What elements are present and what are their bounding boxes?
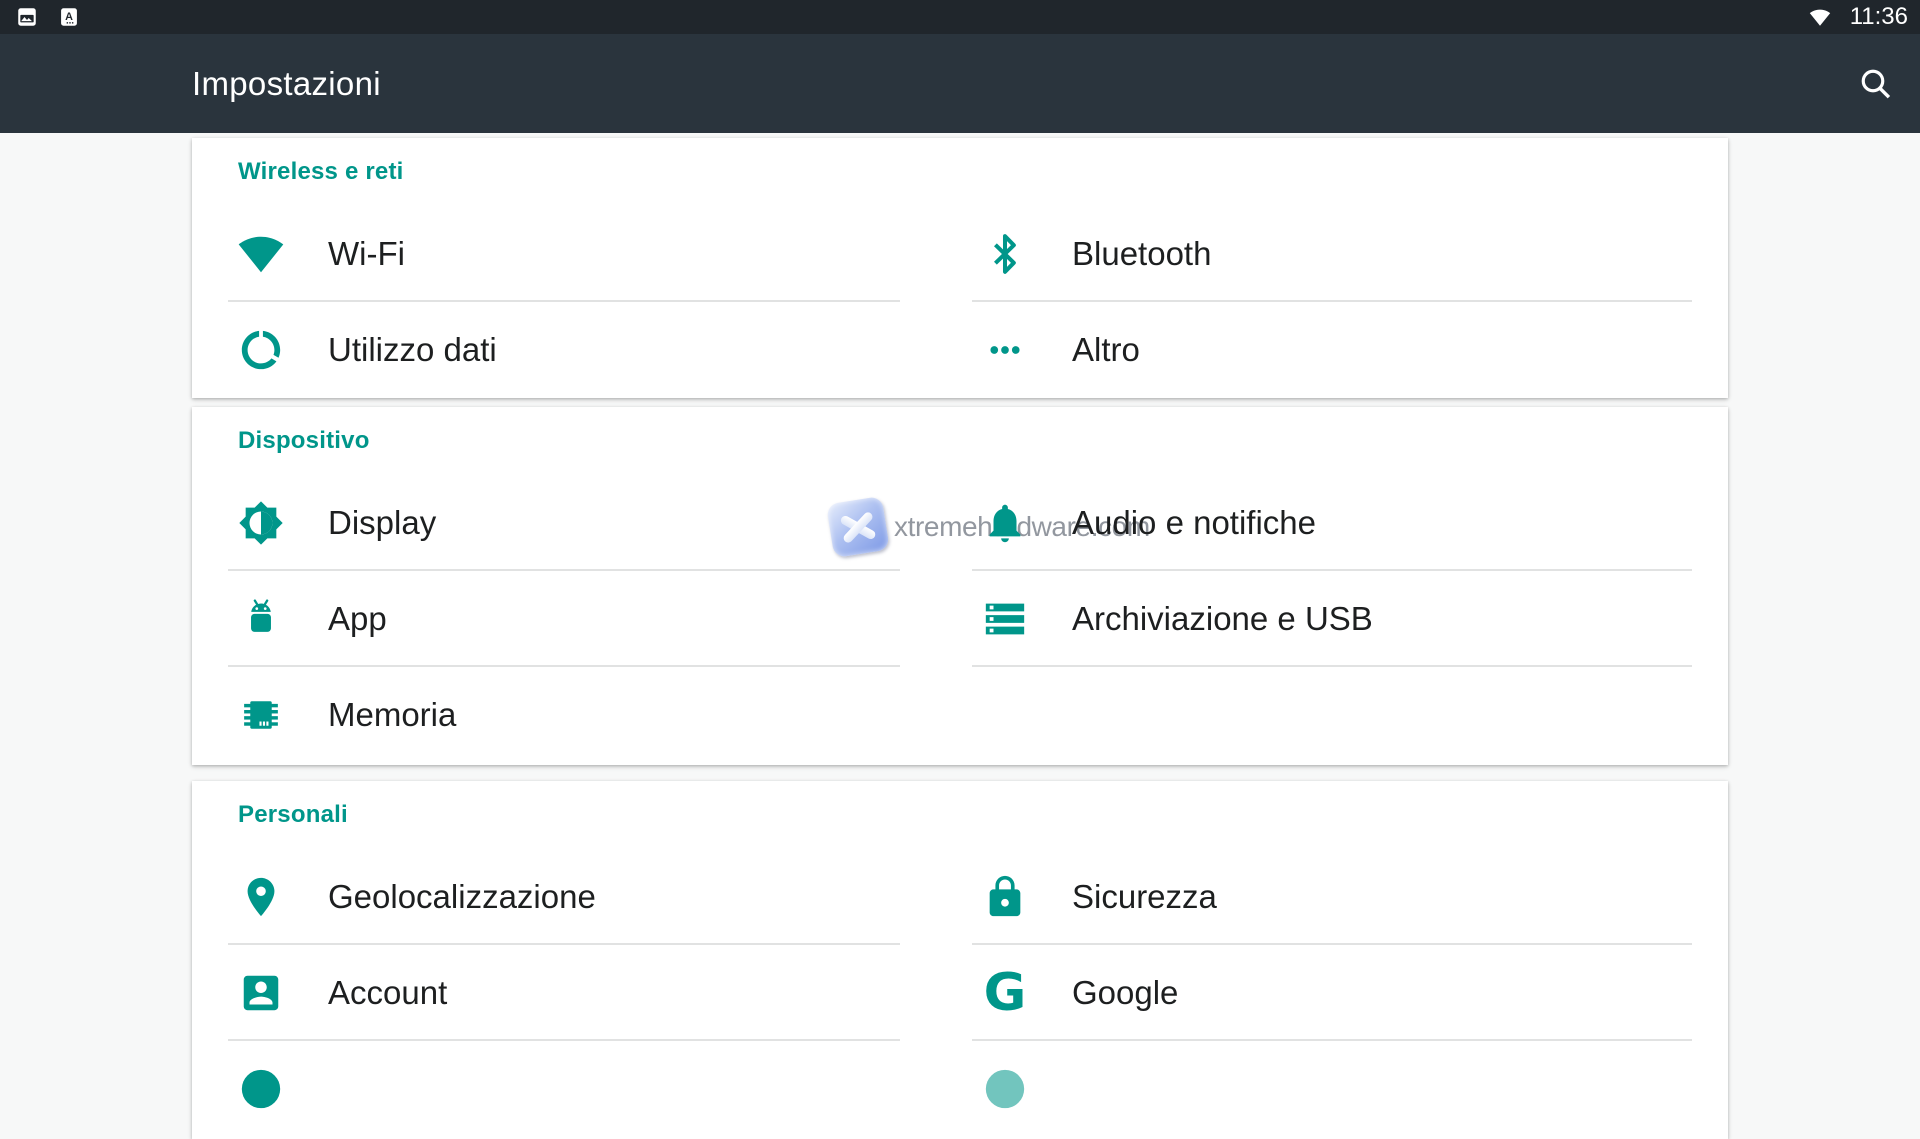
page-title: Impostazioni (192, 34, 381, 133)
item-label: Audio e notifiche (1072, 504, 1316, 542)
settings-item-google[interactable]: G Google (936, 945, 1728, 1041)
wifi-icon (238, 231, 284, 277)
card-personali: Personali Geolocalizzazione Account Sicu… (192, 781, 1728, 1139)
more-horiz-icon (982, 327, 1028, 373)
bell-icon (982, 500, 1028, 546)
bluetooth-icon (982, 231, 1028, 277)
photo-icon (17, 7, 37, 27)
settings-item-backup-partial[interactable] (936, 1041, 1728, 1137)
item-label: Sicurezza (1072, 878, 1217, 916)
letter-a-icon (59, 7, 79, 27)
search-icon (1858, 66, 1894, 102)
storage-icon (982, 596, 1028, 642)
section-header: Dispositivo (192, 407, 1728, 475)
item-label: Altro (1072, 331, 1140, 369)
settings-item-utilizzo-dati[interactable]: Utilizzo dati (192, 302, 936, 398)
status-time: 11:36 (1850, 0, 1908, 34)
settings-item-wifi[interactable]: Wi-Fi (192, 206, 936, 302)
item-label: App (328, 600, 387, 638)
data-usage-icon (238, 327, 284, 373)
google-g-icon: G (982, 970, 1028, 1016)
settings-item-memoria[interactable]: Memoria (192, 667, 936, 763)
android-icon (238, 596, 284, 642)
item-label: Archiviazione e USB (1072, 600, 1373, 638)
item-label: Geolocalizzazione (328, 878, 596, 916)
card-right-column: Audio e notifiche Archiviazione e USB (936, 475, 1728, 763)
settings-item-display[interactable]: Display (192, 475, 936, 571)
search-button[interactable] (1858, 66, 1894, 102)
item-label: Display (328, 504, 436, 542)
section-header: Personali (192, 781, 1728, 849)
item-label: Google (1072, 974, 1178, 1012)
account-box-icon (238, 970, 284, 1016)
settings-item-lingua-partial[interactable] (192, 1041, 936, 1137)
settings-item-geolocalizzazione[interactable]: Geolocalizzazione (192, 849, 936, 945)
app-bar: Impostazioni (0, 34, 1920, 133)
item-label: Memoria (328, 696, 456, 734)
card-right-column: Bluetooth Altro (936, 206, 1728, 398)
section-header: Wireless e reti (192, 138, 1728, 206)
restore-icon (982, 1066, 1028, 1112)
item-label: Utilizzo dati (328, 331, 497, 369)
card-right-column: Sicurezza G Google (936, 849, 1728, 1137)
globe-icon (238, 1066, 284, 1112)
item-label: Wi-Fi (328, 235, 405, 273)
item-label: Bluetooth (1072, 235, 1211, 273)
card-left-column: Wi-Fi Utilizzo dati (192, 206, 936, 398)
card-left-column: Display App Memoria (192, 475, 936, 763)
settings-item-account[interactable]: Account (192, 945, 936, 1041)
wifi-status-icon (1808, 7, 1832, 28)
card-dispositivo: Dispositivo Display App Memoria Audio e … (192, 407, 1728, 765)
brightness-icon (238, 500, 284, 546)
lock-icon (982, 874, 1028, 920)
settings-item-audio-e-notifiche[interactable]: Audio e notifiche (936, 475, 1728, 571)
settings-item-altro[interactable]: Altro (936, 302, 1728, 398)
settings-item-app[interactable]: App (192, 571, 936, 667)
memory-chip-icon (238, 692, 284, 738)
location-pin-icon (238, 874, 284, 920)
settings-item-bluetooth[interactable]: Bluetooth (936, 206, 1728, 302)
card-left-column: Geolocalizzazione Account (192, 849, 936, 1137)
item-label: Account (328, 974, 447, 1012)
settings-item-sicurezza[interactable]: Sicurezza (936, 849, 1728, 945)
card-wireless-e-reti: Wireless e reti Wi-Fi Utilizzo dati Blue… (192, 138, 1728, 398)
status-bar: 11:36 (0, 0, 1920, 34)
settings-item-archiviazione-e-usb[interactable]: Archiviazione e USB (936, 571, 1728, 667)
